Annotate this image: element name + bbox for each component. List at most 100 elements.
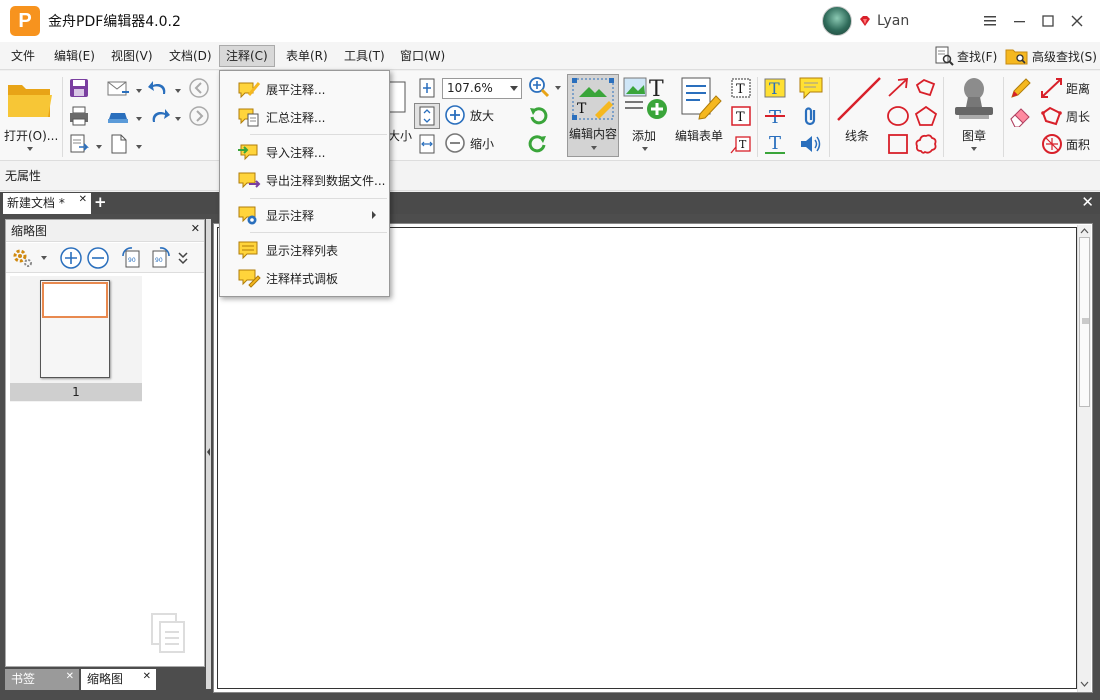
redo-icon[interactable] [147,105,171,127]
zoom-tool-icon[interactable] [527,75,551,99]
zoom-in-label: 放大 [470,108,495,123]
menu-form[interactable]: 表单(R) [280,45,334,67]
pencil-icon[interactable] [1008,77,1032,99]
email-icon[interactable] [106,77,130,99]
text-box-icon[interactable]: T [730,77,752,99]
thumbnail-panel-header: 缩略图 ✕ [6,220,204,242]
save-icon[interactable] [68,77,90,99]
stamp-button[interactable]: 图章 [948,74,1000,157]
menu-annotation[interactable]: 注释(C) [219,45,275,67]
menu-item-summarize-annotations[interactable]: 汇总注释... [221,104,388,130]
gear-icon[interactable] [10,246,34,270]
thumbnail-viewport[interactable] [42,282,108,318]
hamburger-menu-icon[interactable] [978,9,1002,33]
new-document-icon[interactable] [108,133,130,155]
export-document-icon[interactable] [68,133,90,155]
forward-icon[interactable] [188,105,210,127]
area-tool[interactable]: 面积 [1040,133,1090,155]
arrow-icon[interactable] [886,77,910,99]
zoom-in-button[interactable]: 放大 [444,104,494,126]
callout-icon[interactable]: T [730,133,752,155]
perimeter-tool[interactable]: 周长 [1040,105,1090,127]
rotate-left-icon[interactable] [527,105,549,127]
rectangle-icon[interactable] [886,133,910,155]
line-tool-button[interactable]: 线条 [834,74,882,157]
attachment-icon[interactable] [800,105,822,127]
panel-splitter[interactable] [206,219,211,689]
menu-file[interactable]: 文件 [5,45,41,67]
menu-item-annotation-style-palette[interactable]: 注释样式调板 [221,265,388,291]
close-icon[interactable] [1065,9,1089,33]
menu-window[interactable]: 窗口(W) [394,45,451,67]
advanced-find-button[interactable]: 高级查找(S) [1005,45,1097,67]
scrollbar-thumb[interactable] [1079,237,1090,407]
actual-size-icon[interactable] [417,77,437,99]
edit-form-button[interactable]: 编辑表单 [673,74,727,157]
menu-item-show-annotations[interactable]: 显示注释 [221,202,388,228]
user-name[interactable]: Lyan [877,13,909,29]
eraser-icon[interactable] [1008,105,1032,127]
cloud-icon[interactable] [914,133,938,155]
zoom-in-icon [445,105,465,125]
zoom-select[interactable]: 107.6% [442,78,522,99]
menu-item-flatten-annotations[interactable]: 展平注释... [221,76,388,102]
close-bookmarks-tab-icon[interactable]: ✕ [66,667,74,687]
open-dropdown-icon[interactable] [27,147,33,151]
rotate-right-thumbnail-icon[interactable]: 90 [148,246,172,270]
add-button[interactable]: T 添加 [622,74,670,157]
find-button[interactable]: 查找(F) [934,45,997,67]
add-content-icon: T [623,77,667,119]
fit-page-button[interactable] [414,103,440,129]
close-document-icon[interactable]: ✕ [1081,193,1094,211]
menu-item-annotation-list[interactable]: 显示注释列表 [221,237,388,263]
more-options-icon[interactable] [176,249,190,267]
note-icon[interactable] [798,76,824,100]
zoom-out-thumbnail-icon[interactable] [86,246,110,270]
back-icon[interactable] [188,77,210,99]
distance-tool[interactable]: 距离 [1040,77,1090,99]
tab-thumbnails[interactable]: 缩略图 ✕ [81,669,156,690]
scroll-up-icon[interactable] [1080,227,1089,234]
zoom-in-thumbnail-icon[interactable] [59,246,83,270]
sound-icon[interactable] [798,133,824,155]
fit-width-icon[interactable] [417,133,437,155]
collapse-panel-icon[interactable] [206,447,211,457]
menu-item-export-annotations[interactable]: 导出注释到数据文件... [221,167,388,193]
rotate-left-thumbnail-icon[interactable]: 90 [120,246,144,270]
zoom-out-button[interactable]: 缩小 [444,132,494,154]
close-tab-icon[interactable]: ✕ [79,190,87,210]
vip-diamond-icon [860,16,870,26]
vertical-scrollbar[interactable] [1077,225,1091,692]
highlight-text-icon[interactable]: T [763,77,787,99]
close-thumbnails-tab-icon[interactable]: ✕ [143,667,151,687]
user-area[interactable]: Lyan [822,6,909,36]
polygon-icon[interactable] [914,105,938,127]
rotate-right-icon[interactable] [527,133,549,155]
minimize-icon[interactable] [1008,9,1032,33]
scan-icon[interactable] [106,105,130,127]
add-tab-button[interactable]: + [94,195,107,210]
undo-icon[interactable] [147,77,171,99]
close-panel-icon[interactable]: ✕ [191,218,200,240]
avatar[interactable] [822,6,852,36]
underline-text-icon[interactable]: T [763,133,787,155]
maximize-icon[interactable] [1036,9,1060,33]
polyline-icon[interactable] [914,77,938,99]
menu-tools[interactable]: 工具(T) [338,45,391,67]
open-button[interactable]: 打开(O)... [4,77,58,157]
strikeout-text-icon[interactable]: T [763,105,787,127]
document-tab[interactable]: 新建文档 * ✕ [3,193,91,214]
svg-text:T: T [739,138,747,151]
menu-edit[interactable]: 编辑(E) [48,45,101,67]
menu-view[interactable]: 视图(V) [105,45,159,67]
page-thumbnail[interactable] [40,280,110,378]
menu-document[interactable]: 文档(D) [163,45,218,67]
edit-content-button[interactable]: T 编辑内容 [567,74,619,157]
menu-item-import-annotations[interactable]: 导入注释... [221,139,388,165]
print-icon[interactable] [68,105,90,127]
ellipse-icon[interactable] [886,105,910,127]
typewriter-icon[interactable]: T [730,105,752,127]
tab-bookmarks[interactable]: 书签 ✕ [5,669,79,690]
page-number: 1 [10,383,142,401]
scroll-down-icon[interactable] [1080,681,1089,688]
